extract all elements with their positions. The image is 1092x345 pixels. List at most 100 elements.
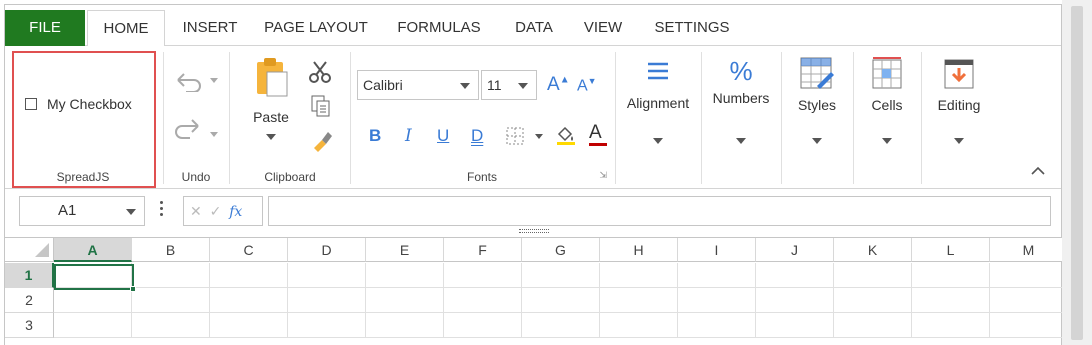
underline-button[interactable]: U xyxy=(437,126,449,146)
grid-cell[interactable] xyxy=(54,288,132,313)
grid-cell[interactable] xyxy=(678,263,756,288)
tab-formulas[interactable]: FORMULAS xyxy=(389,10,489,46)
paste-button[interactable]: Paste xyxy=(246,56,296,140)
formula-input[interactable] xyxy=(268,196,1051,226)
column-header[interactable]: L xyxy=(912,238,990,262)
grid-cell[interactable] xyxy=(756,288,834,313)
column-header[interactable]: M xyxy=(990,238,1068,262)
grid-cell[interactable] xyxy=(210,288,288,313)
fill-color-button[interactable] xyxy=(555,124,577,151)
font-size-select[interactable]: 11 xyxy=(481,70,537,100)
grid-cell[interactable] xyxy=(366,263,444,288)
grid-cell[interactable] xyxy=(444,313,522,338)
confirm-icon[interactable]: ✓ xyxy=(210,203,222,219)
grid-cell[interactable] xyxy=(678,313,756,338)
fill-handle[interactable] xyxy=(130,286,136,292)
numbers-button[interactable]: % Numbers xyxy=(702,58,780,144)
column-header[interactable]: J xyxy=(756,238,834,262)
tab-page-layout[interactable]: PAGE LAYOUT xyxy=(257,10,375,46)
column-header[interactable]: A xyxy=(54,238,132,262)
grid-cell[interactable] xyxy=(132,263,210,288)
column-header[interactable]: H xyxy=(600,238,678,262)
grid-cell[interactable] xyxy=(444,288,522,313)
cancel-icon[interactable]: ✕ xyxy=(190,203,202,219)
cells-button[interactable]: Cells xyxy=(854,56,920,144)
grid-cell[interactable] xyxy=(600,288,678,313)
grid-cell[interactable] xyxy=(210,263,288,288)
column-header[interactable]: C xyxy=(210,238,288,262)
grid-cell[interactable] xyxy=(990,313,1068,338)
my-checkbox[interactable]: My Checkbox xyxy=(25,96,132,112)
more-options-icon[interactable] xyxy=(160,201,164,216)
column-header[interactable]: F xyxy=(444,238,522,262)
double-underline-button[interactable]: D xyxy=(471,126,483,146)
grid-cell[interactable] xyxy=(990,263,1068,288)
copy-button[interactable] xyxy=(310,94,332,123)
grid-cell[interactable] xyxy=(444,263,522,288)
row-header[interactable]: 1 xyxy=(5,263,54,288)
grid-cell[interactable] xyxy=(288,263,366,288)
redo-button[interactable] xyxy=(172,118,218,147)
grid-cell[interactable] xyxy=(756,263,834,288)
undo-button[interactable] xyxy=(172,68,218,97)
collapse-ribbon-button[interactable] xyxy=(1031,162,1045,180)
decrease-font-button[interactable]: A▼ xyxy=(577,76,597,95)
scrollbar-thumb[interactable] xyxy=(1071,6,1083,340)
vertical-scrollbar[interactable] xyxy=(1062,0,1092,345)
grid-cell[interactable] xyxy=(912,313,990,338)
tab-insert[interactable]: INSERT xyxy=(177,10,243,46)
font-family-select[interactable]: Calibri xyxy=(357,70,479,100)
grid-cell[interactable] xyxy=(210,313,288,338)
tab-view[interactable]: VIEW xyxy=(577,10,629,46)
grid-cell[interactable] xyxy=(288,288,366,313)
grid-cell[interactable] xyxy=(912,288,990,313)
name-box[interactable]: A1 xyxy=(19,196,145,226)
italic-button[interactable]: I xyxy=(405,126,412,146)
checkbox-box[interactable] xyxy=(25,98,37,110)
grid-cell[interactable] xyxy=(600,313,678,338)
grid-cell[interactable] xyxy=(366,313,444,338)
grid-cell[interactable] xyxy=(522,288,600,313)
dialog-launcher-icon[interactable]: ⇲ xyxy=(599,170,607,181)
grid-cell[interactable] xyxy=(54,313,132,338)
cut-button[interactable] xyxy=(308,60,332,89)
column-header[interactable]: E xyxy=(366,238,444,262)
borders-button[interactable] xyxy=(505,126,545,151)
tab-home[interactable]: HOME xyxy=(87,10,165,47)
grid-cell[interactable] xyxy=(678,288,756,313)
tab-data[interactable]: DATA xyxy=(503,10,565,46)
tab-settings[interactable]: SETTINGS xyxy=(645,10,739,46)
column-header[interactable]: I xyxy=(678,238,756,262)
column-header[interactable]: D xyxy=(288,238,366,262)
alignment-button[interactable]: Alignment xyxy=(616,58,700,144)
column-header[interactable]: G xyxy=(522,238,600,262)
grid-cell[interactable] xyxy=(834,288,912,313)
active-cell-selection[interactable] xyxy=(54,264,136,292)
column-header[interactable]: B xyxy=(132,238,210,262)
grid-cell[interactable] xyxy=(522,263,600,288)
format-painter-button[interactable] xyxy=(310,128,334,157)
font-color-button[interactable]: A xyxy=(589,122,607,146)
formula-bar-resize-handle[interactable] xyxy=(519,229,549,233)
grid-cell[interactable] xyxy=(990,288,1068,313)
grid-cell[interactable] xyxy=(366,288,444,313)
grid-cell[interactable] xyxy=(132,288,210,313)
grid-cell[interactable] xyxy=(834,263,912,288)
tab-file[interactable]: FILE xyxy=(5,10,85,47)
bold-button[interactable]: B xyxy=(369,126,381,146)
grid-cell[interactable] xyxy=(288,313,366,338)
row-header[interactable]: 2 xyxy=(5,288,54,313)
grid-cell[interactable] xyxy=(600,263,678,288)
increase-font-button[interactable]: A▲ xyxy=(547,74,570,96)
grid-cell[interactable] xyxy=(132,313,210,338)
column-header[interactable]: K xyxy=(834,238,912,262)
row-header[interactable]: 3 xyxy=(5,313,54,338)
editing-button[interactable]: Editing xyxy=(922,56,996,144)
grid-cell[interactable] xyxy=(756,313,834,338)
grid-cell[interactable] xyxy=(522,313,600,338)
grid-cell[interactable] xyxy=(834,313,912,338)
select-all-corner[interactable] xyxy=(5,238,54,262)
insert-function-icon[interactable]: fx xyxy=(229,204,242,220)
grid-cell[interactable] xyxy=(912,263,990,288)
styles-button[interactable]: Styles xyxy=(782,56,852,144)
